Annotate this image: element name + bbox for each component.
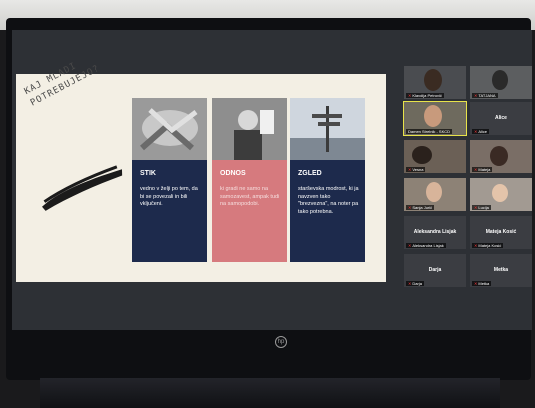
participant-name: Alice <box>495 115 507 121</box>
mic-muted-icon: ✕ <box>474 129 478 134</box>
card-odnos: ODNOS ki gradi ne samo na samozavest, am… <box>212 98 287 262</box>
participant-tile[interactable]: ✕Lucija <box>470 178 532 211</box>
participant-video <box>412 146 432 164</box>
participant-video <box>490 146 508 166</box>
participant-name: Darja <box>428 267 442 273</box>
participant-tile[interactable]: Darja ✕Darja <box>404 254 466 287</box>
participant-tile[interactable]: Alice ✕Alice <box>470 102 532 135</box>
participant-video <box>424 105 442 127</box>
participant-name: Metka <box>493 267 509 273</box>
participant-tile[interactable]: Aleksandra Lisjak ✕Aleksandra Lisjak <box>404 216 466 249</box>
card-title: ZGLED <box>298 170 322 177</box>
participant-name: Aleksandra Lisjak <box>412 243 444 248</box>
participant-tile-active-speaker[interactable]: Damen Strelnik - SKCD <box>403 101 467 136</box>
card-text: ki gradi ne samo na samozavest, ampak tu… <box>220 186 280 207</box>
participant-tile[interactable]: ✕Vesna <box>404 140 466 173</box>
participant-name: Sanja Jurič <box>412 205 433 210</box>
participant-video <box>424 69 442 91</box>
mic-muted-icon: ✕ <box>408 281 412 286</box>
mic-muted-icon: ✕ <box>408 205 412 210</box>
card-zgled: ZGLED starševska modrost, ki ja navzven … <box>290 98 365 262</box>
participant-tile[interactable]: ✕Klavdija Petrovič <box>404 66 466 99</box>
participant-tile[interactable]: Mateja Kosić ✕Mateja Kosić <box>470 216 532 249</box>
participant-video <box>492 70 508 90</box>
participant-name: Aleksandra Lisjak <box>413 229 457 235</box>
card-stik: STIK vedno v želji po tem, da bi se pove… <box>132 98 207 262</box>
participant-name: Metka <box>478 281 490 286</box>
mic-muted-icon: ✕ <box>408 93 412 98</box>
participant-name: Mateja Kosić <box>485 229 517 235</box>
participant-video <box>492 184 508 202</box>
card-text: vedno v želji po tem, da bi se povezali … <box>140 186 198 207</box>
participant-name: Darja <box>412 281 422 286</box>
mic-muted-icon: ✕ <box>408 243 412 248</box>
card-title: ODNOS <box>220 170 246 177</box>
participant-tile[interactable]: ✕Sanja Jurič <box>404 178 466 211</box>
boy-photo <box>212 98 287 160</box>
hp-logo: hp <box>275 336 287 348</box>
participant-tile[interactable]: ✕Mateja <box>470 140 532 173</box>
participant-tile[interactable]: Metka ✕Metka <box>470 254 532 287</box>
participant-name: Vesna <box>412 167 424 172</box>
participant-name: Mateja Kosić <box>478 243 502 248</box>
laptop-keyboard-edge <box>40 378 500 408</box>
participant-name: Mateja <box>478 167 491 172</box>
hands-photo <box>132 98 207 160</box>
participant-name: Klavdija Petrovič <box>412 93 442 98</box>
card-title: STIK <box>140 170 156 177</box>
participant-name: TATJANA <box>478 93 496 98</box>
mic-muted-icon: ✕ <box>474 167 478 172</box>
participant-name: Alice <box>478 129 488 134</box>
mic-muted-icon: ✕ <box>474 281 478 286</box>
participant-name: Lucija <box>478 205 489 210</box>
mic-muted-icon: ✕ <box>474 205 478 210</box>
mic-muted-icon: ✕ <box>474 93 478 98</box>
card-text: starševska modrost, ki ja navzven tako "… <box>298 186 359 215</box>
participant-video <box>426 182 442 202</box>
mic-muted-icon: ✕ <box>474 243 478 248</box>
signpost-photo <box>290 98 365 160</box>
mic-muted-icon: ✕ <box>408 167 412 172</box>
participant-name: Damen Strelnik - SKCD <box>408 129 451 134</box>
participant-tile[interactable]: ✕TATJANA <box>470 66 532 99</box>
